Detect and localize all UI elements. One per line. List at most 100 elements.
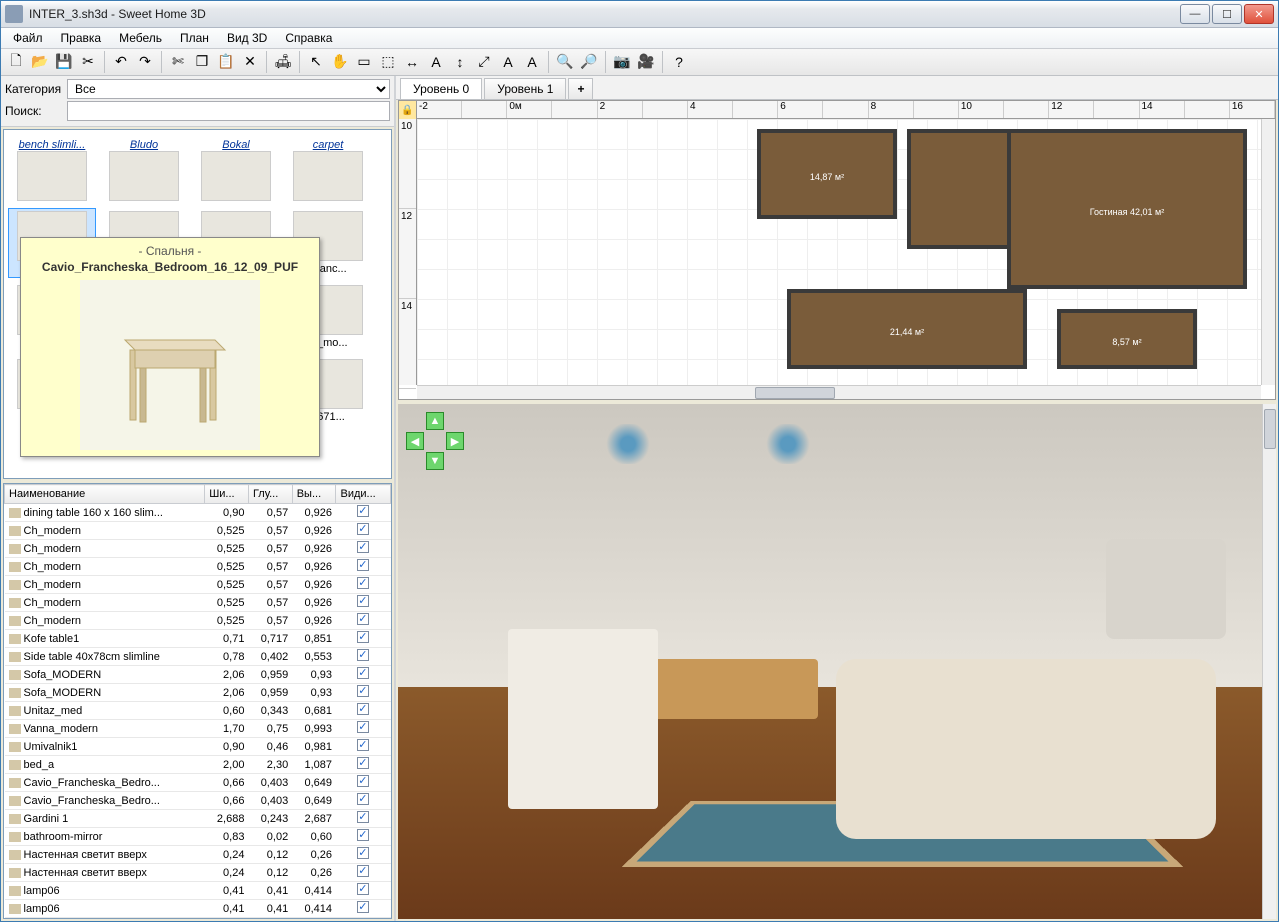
visibility-checkbox[interactable] bbox=[357, 613, 369, 625]
video-icon[interactable]: 🎥 bbox=[635, 51, 657, 73]
furniture-row[interactable]: Настенная светит вверх0,240,120,26 bbox=[5, 864, 391, 882]
furniture-row[interactable]: Ch_modern0,5250,570,926 bbox=[5, 612, 391, 630]
menu-вид 3d[interactable]: Вид 3D bbox=[219, 29, 275, 47]
help-icon[interactable]: ? bbox=[668, 51, 690, 73]
plan-canvas[interactable]: 14,87 м² Гостиная 42,01 м²21,44 м² 8,57 м² bbox=[417, 119, 1261, 385]
create-dimensions-icon[interactable]: ↔ bbox=[401, 51, 423, 73]
visibility-checkbox[interactable] bbox=[357, 847, 369, 859]
furniture-row[interactable]: Side table 40x78cm slimline0,780,4020,55… bbox=[5, 648, 391, 666]
furniture-row[interactable]: Ch_modern0,5250,570,926 bbox=[5, 522, 391, 540]
furniture-col-header[interactable]: Вы... bbox=[292, 485, 336, 504]
catalog-item[interactable]: bench slimli... bbox=[8, 134, 96, 204]
plan-room[interactable]: Гостиная 42,01 м² bbox=[1007, 129, 1247, 289]
dim3-icon[interactable]: ⤢ bbox=[473, 51, 495, 73]
create-text-icon[interactable]: A bbox=[425, 51, 447, 73]
category-select[interactable]: Все bbox=[67, 79, 390, 99]
furniture-row[interactable]: Gardini 12,6880,2432,687 bbox=[5, 810, 391, 828]
furniture-row[interactable]: Umivalnik10,900,460,981 bbox=[5, 738, 391, 756]
nav-left-button[interactable]: ◀ bbox=[406, 432, 424, 450]
visibility-checkbox[interactable] bbox=[357, 595, 369, 607]
3d-scrollbar-v[interactable] bbox=[1262, 404, 1276, 919]
furniture-row[interactable]: Sofa_MODERN2,060,9590,93 bbox=[5, 666, 391, 684]
nav-right-button[interactable]: ▶ bbox=[446, 432, 464, 450]
furniture-col-header[interactable]: Види... bbox=[336, 485, 391, 504]
furniture-row[interactable]: Cavio_Francheska_Bedro...0,660,4030,649 bbox=[5, 792, 391, 810]
furniture-col-header[interactable]: Глу... bbox=[248, 485, 292, 504]
close-button[interactable]: ✕ bbox=[1244, 4, 1274, 24]
furniture-row[interactable]: Sofa_MODERN2,060,9590,93 bbox=[5, 684, 391, 702]
minimize-button[interactable]: — bbox=[1180, 4, 1210, 24]
visibility-checkbox[interactable] bbox=[357, 757, 369, 769]
visibility-checkbox[interactable] bbox=[357, 901, 369, 913]
add-level-button[interactable]: + bbox=[568, 78, 593, 99]
furniture-row[interactable]: Ch_modern0,5250,570,926 bbox=[5, 540, 391, 558]
text-bold-icon[interactable]: A bbox=[497, 51, 519, 73]
furniture-row[interactable]: dining table 160 x 160 slim...0,900,570,… bbox=[5, 504, 391, 522]
create-rooms-icon[interactable]: ⬚ bbox=[377, 51, 399, 73]
furniture-list[interactable]: НаименованиеШи...Глу...Вы...Види... dini… bbox=[3, 483, 392, 919]
visibility-checkbox[interactable] bbox=[357, 811, 369, 823]
furniture-col-header[interactable]: Ши... bbox=[205, 485, 249, 504]
visibility-checkbox[interactable] bbox=[357, 559, 369, 571]
visibility-checkbox[interactable] bbox=[357, 739, 369, 751]
add-furniture-icon[interactable]: 🛋 bbox=[272, 51, 294, 73]
furniture-row[interactable]: lamp060,410,410,414 bbox=[5, 900, 391, 918]
copy-icon[interactable]: ❐ bbox=[191, 51, 213, 73]
menu-план[interactable]: План bbox=[172, 29, 217, 47]
new-file-icon[interactable]: 🗋 bbox=[5, 51, 27, 73]
3d-view[interactable]: ▲ ▼ ◀ ▶ bbox=[398, 404, 1276, 919]
level-tab[interactable]: Уровень 0 bbox=[400, 78, 482, 99]
menu-мебель[interactable]: Мебель bbox=[111, 29, 170, 47]
furniture-row[interactable]: Vanna_modern1,700,750,993 bbox=[5, 720, 391, 738]
visibility-checkbox[interactable] bbox=[357, 505, 369, 517]
undo-icon[interactable]: ↶ bbox=[110, 51, 132, 73]
furniture-row[interactable]: bed_a2,002,301,087 bbox=[5, 756, 391, 774]
menu-файл[interactable]: Файл bbox=[5, 29, 51, 47]
plan-room[interactable]: 21,44 м² bbox=[787, 289, 1027, 369]
search-input[interactable] bbox=[67, 101, 390, 121]
visibility-checkbox[interactable] bbox=[357, 793, 369, 805]
furniture-row[interactable]: Настенная светит вверх0,240,120,26 bbox=[5, 846, 391, 864]
visibility-checkbox[interactable] bbox=[357, 865, 369, 877]
create-walls-icon[interactable]: ▭ bbox=[353, 51, 375, 73]
visibility-checkbox[interactable] bbox=[357, 631, 369, 643]
delete-icon[interactable]: ✕ bbox=[239, 51, 261, 73]
furniture-row[interactable]: Ch_modern0,5250,570,926 bbox=[5, 558, 391, 576]
furniture-row[interactable]: Ch_modern0,5250,570,926 bbox=[5, 594, 391, 612]
visibility-checkbox[interactable] bbox=[357, 775, 369, 787]
visibility-checkbox[interactable] bbox=[357, 649, 369, 661]
zoom-in-icon[interactable]: 🔍 bbox=[554, 51, 576, 73]
cut-icon[interactable]: ✄ bbox=[167, 51, 189, 73]
furniture-row[interactable]: Kofe table10,710,7170,851 bbox=[5, 630, 391, 648]
visibility-checkbox[interactable] bbox=[357, 883, 369, 895]
catalog-item[interactable]: Bludo bbox=[100, 134, 188, 204]
furniture-catalog[interactable]: bench slimli...BludoBokalcarpetCa...Fran… bbox=[3, 129, 392, 479]
visibility-checkbox[interactable] bbox=[357, 541, 369, 553]
furniture-row[interactable]: lamp060,410,410,414 bbox=[5, 882, 391, 900]
zoom-out-icon[interactable]: 🔎 bbox=[578, 51, 600, 73]
redo-icon[interactable]: ↷ bbox=[134, 51, 156, 73]
catalog-item[interactable]: Bokal bbox=[192, 134, 280, 204]
select-icon[interactable]: ↖ bbox=[305, 51, 327, 73]
furniture-row[interactable]: Cavio_Francheska_Bedro...0,660,4030,649 bbox=[5, 774, 391, 792]
catalog-item[interactable]: carpet bbox=[284, 134, 372, 204]
save-icon[interactable]: 💾 bbox=[53, 51, 75, 73]
dim2-icon[interactable]: ↕ bbox=[449, 51, 471, 73]
photo-icon[interactable]: 📷 bbox=[611, 51, 633, 73]
furniture-row[interactable]: Ch_modern0,5250,570,926 bbox=[5, 576, 391, 594]
visibility-checkbox[interactable] bbox=[357, 829, 369, 841]
visibility-checkbox[interactable] bbox=[357, 577, 369, 589]
text-italic-icon[interactable]: A bbox=[521, 51, 543, 73]
plan-room[interactable]: 14,87 м² bbox=[757, 129, 897, 219]
plan-scrollbar-v[interactable] bbox=[1261, 119, 1275, 385]
lock-icon[interactable]: 🔒 bbox=[399, 101, 417, 119]
paste-icon[interactable]: 📋 bbox=[215, 51, 237, 73]
plan-room[interactable]: 8,57 м² bbox=[1057, 309, 1197, 369]
plan-scrollbar-h[interactable] bbox=[417, 385, 1261, 399]
visibility-checkbox[interactable] bbox=[357, 685, 369, 697]
plan-view[interactable]: 🔒 -20м246810121416 101214 14,87 м²Гостин… bbox=[398, 100, 1276, 400]
open-icon[interactable]: 📂 bbox=[29, 51, 51, 73]
level-tab[interactable]: Уровень 1 bbox=[484, 78, 566, 99]
nav-down-button[interactable]: ▼ bbox=[426, 452, 444, 470]
furniture-row[interactable]: Unitaz_med0,600,3430,681 bbox=[5, 702, 391, 720]
